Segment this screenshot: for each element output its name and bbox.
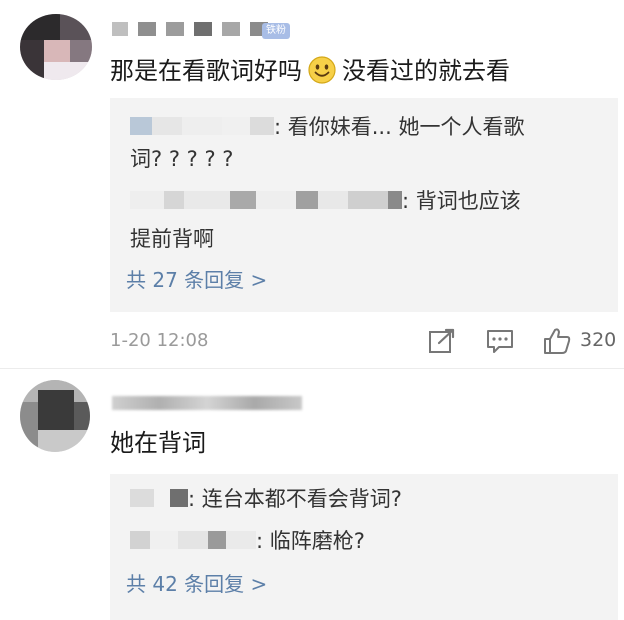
reply-text: : 看你妹看... 她一个人看歌 [274, 115, 525, 139]
like-count: 320 [580, 329, 617, 351]
reply-box: : 连台本都不看会背词? : 临阵磨枪? 共 42 条回复 > [110, 474, 618, 620]
masked-username [130, 489, 154, 507]
like-icon[interactable] [542, 326, 572, 356]
comment-text: 那是在看歌词好吗 没看过的就去看 [110, 56, 510, 86]
smile-emoji-icon [308, 56, 336, 84]
timestamp: 1-20 12:08 [110, 330, 209, 351]
reply-text: : 连台本都不看会背词? [188, 487, 402, 511]
username-masked[interactable] [112, 22, 268, 36]
reply-text-continued: 提前背啊 [130, 227, 214, 251]
comment-text: 她在背词 [110, 429, 206, 457]
more-replies-link[interactable]: 共 42 条回复 > [126, 570, 267, 598]
reply-text: : 背词也应该 [402, 189, 521, 213]
avatar[interactable] [20, 380, 90, 452]
username-masked[interactable] [112, 396, 302, 414]
comment-icon[interactable] [486, 328, 514, 356]
masked-username [130, 117, 152, 135]
more-replies-link[interactable]: 共 27 条回复 > [126, 266, 267, 294]
masked-username [130, 191, 164, 209]
reply-item[interactable]: : 背词也应该 [130, 186, 521, 216]
fan-badge: 铁粉 [262, 23, 290, 39]
comment-text-part: 没看过的就去看 [342, 57, 510, 85]
masked-username [130, 531, 150, 549]
comment-text-part: 那是在看歌词好吗 [110, 57, 302, 85]
reply-text-continued: 词? ? ? ? ? [130, 147, 234, 171]
share-icon[interactable] [428, 328, 456, 354]
avatar[interactable] [20, 14, 92, 80]
reply-box: : 看你妹看... 她一个人看歌 词? ? ? ? ? : 背词也应该 提前背啊… [110, 98, 618, 312]
reply-text: : 临阵磨枪? [256, 529, 365, 553]
reply-item[interactable]: : 临阵磨枪? [130, 526, 365, 556]
divider [0, 368, 624, 369]
reply-item[interactable]: : 看你妹看... 她一个人看歌 [130, 112, 524, 142]
reply-item[interactable]: : 连台本都不看会背词? [130, 484, 402, 514]
